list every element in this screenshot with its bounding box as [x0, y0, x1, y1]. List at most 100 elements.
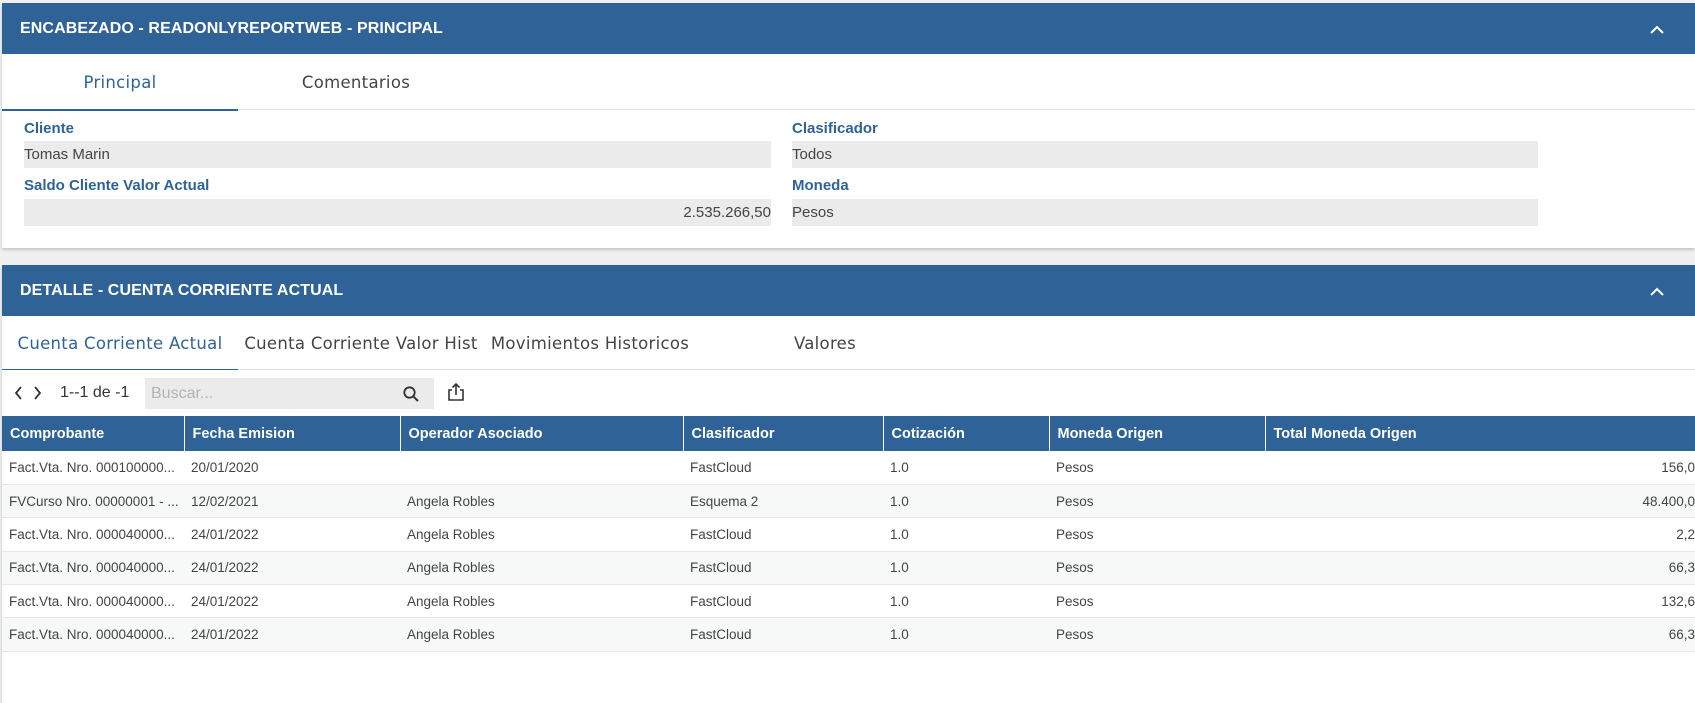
table-row[interactable]: Fact.Vta. Nro. 000040000... 24/01/2022 A…: [2, 617, 1695, 652]
cell-cotizacion: 1.0: [883, 551, 1049, 586]
cuenta-corriente-table: Comprobante Fecha Emision Operador Asoci…: [2, 416, 1695, 652]
cell-fecha-emision: 24/01/2022: [184, 617, 400, 652]
detail-panel: DETALLE - CUENTA CORRIENTE ACTUAL Cuenta…: [2, 265, 1695, 703]
table-row[interactable]: Fact.Vta. Nro. 000040000... 24/01/2022 A…: [2, 584, 1695, 619]
moneda-label: Moneda: [792, 177, 849, 194]
tab-cuenta-corriente-valor-hist-label: Cuenta Corriente Valor Hist: [244, 333, 478, 353]
saldo-label: Saldo Cliente Valor Actual: [24, 177, 210, 194]
tab-principal[interactable]: Principal: [2, 54, 238, 111]
cell-total-moneda-origen: 132,6: [1265, 584, 1695, 619]
cell-clasificador: FastCloud: [683, 551, 883, 586]
clasificador-label: Clasificador: [792, 120, 878, 137]
cell-moneda-origen: Pesos: [1049, 517, 1265, 552]
cell-comprobante: Fact.Vta. Nro. 000040000...: [2, 551, 184, 586]
header-form: Cliente Tomas Marin Clasificador Todos S…: [2, 110, 1695, 248]
cell-cotizacion: 1.0: [883, 484, 1049, 519]
cliente-label: Cliente: [24, 120, 75, 137]
cell-comprobante: FVCurso Nro. 00000001 - ...: [2, 484, 184, 519]
cell-cotizacion: 1.0: [883, 451, 1049, 485]
tab-cuenta-corriente-actual[interactable]: Cuenta Corriente Actual: [2, 316, 238, 371]
cell-fecha-emision: 20/01/2020: [184, 451, 400, 485]
clasificador-field: Todos: [792, 141, 1538, 168]
cell-fecha-emision: 24/01/2022: [184, 551, 400, 586]
search-icon[interactable]: [402, 385, 420, 403]
cell-moneda-origen: Pesos: [1049, 617, 1265, 652]
header-panel-title: ENCABEZADO - READONLYREPORTWEB - PRINCIP…: [20, 19, 443, 37]
column-header-total-moneda-origen[interactable]: Total Moneda Origen: [1265, 416, 1695, 451]
cell-clasificador: FastCloud: [683, 517, 883, 552]
collapse-detail-button[interactable]: [1647, 281, 1667, 301]
table-row[interactable]: Fact.Vta. Nro. 000040000... 24/01/2022 A…: [2, 551, 1695, 586]
detail-panel-bar: DETALLE - CUENTA CORRIENTE ACTUAL: [2, 265, 1695, 316]
chevron-up-icon: [1650, 287, 1664, 296]
column-header-operador-asociado[interactable]: Operador Asociado: [400, 416, 684, 451]
chevron-right-icon: [33, 386, 41, 400]
column-header-cotizacion[interactable]: Cotización: [883, 416, 1050, 451]
table-row[interactable]: FVCurso Nro. 00000001 - ... 12/02/2021 A…: [2, 484, 1695, 519]
tab-comentarios[interactable]: Comentarios: [238, 54, 474, 110]
tab-valores[interactable]: Valores: [707, 316, 943, 370]
cell-cotizacion: 1.0: [883, 517, 1049, 552]
cell-moneda-origen: Pesos: [1049, 451, 1265, 485]
search-box: [145, 378, 434, 409]
chevron-up-icon: [1650, 25, 1664, 34]
cell-fecha-emision: 24/01/2022: [184, 517, 400, 552]
tab-movimientos-historicos-label: Movimientos Historicos: [490, 333, 690, 353]
cell-clasificador: FastCloud: [683, 451, 883, 485]
cell-operador-asociado: Angela Robles: [400, 517, 683, 552]
tab-cuenta-corriente-valor-hist[interactable]: Cuenta Corriente Valor Hist: [238, 316, 484, 370]
cell-fecha-emision: 12/02/2021: [184, 484, 400, 519]
saldo-field: 2.535.266,50: [24, 199, 771, 226]
cell-operador-asociado: Angela Robles: [400, 617, 683, 652]
column-header-clasificador[interactable]: Clasificador: [683, 416, 884, 451]
tab-comentarios-label: Comentarios: [301, 72, 411, 92]
cell-cotizacion: 1.0: [883, 617, 1049, 652]
column-header-comprobante[interactable]: Comprobante: [2, 416, 185, 451]
grid-toolbar: 1--1 de -1: [2, 370, 1695, 416]
cell-moneda-origen: Pesos: [1049, 551, 1265, 586]
pager-status: 1--1 de -1: [60, 384, 130, 401]
cell-fecha-emision: 24/01/2022: [184, 584, 400, 619]
detail-panel-title: DETALLE - CUENTA CORRIENTE ACTUAL: [20, 281, 344, 299]
cell-cotizacion: 1.0: [883, 584, 1049, 619]
detail-tabs: Cuenta Corriente Actual Cuenta Corriente…: [2, 316, 1695, 371]
cell-total-moneda-origen: 2,2: [1265, 517, 1695, 552]
prev-page-button[interactable]: [11, 384, 25, 402]
cell-clasificador: FastCloud: [683, 584, 883, 619]
column-header-moneda-origen[interactable]: Moneda Origen: [1049, 416, 1266, 451]
header-panel: ENCABEZADO - READONLYREPORTWEB - PRINCIP…: [2, 3, 1695, 248]
table-row[interactable]: Fact.Vta. Nro. 000100000... 20/01/2020 F…: [2, 451, 1695, 485]
cell-comprobante: Fact.Vta. Nro. 000040000...: [2, 617, 184, 652]
search-input[interactable]: [145, 378, 385, 409]
cell-operador-asociado: Angela Robles: [400, 551, 683, 586]
cell-total-moneda-origen: 48.400,0: [1265, 484, 1695, 519]
header-tabs: Principal Comentarios: [2, 54, 1695, 111]
column-header-fecha-emision[interactable]: Fecha Emision: [184, 416, 401, 451]
next-page-button[interactable]: [30, 384, 44, 402]
cell-comprobante: Fact.Vta. Nro. 000100000...: [2, 451, 184, 485]
cell-comprobante: Fact.Vta. Nro. 000040000...: [2, 517, 184, 552]
table-row[interactable]: Fact.Vta. Nro. 000040000... 24/01/2022 A…: [2, 517, 1695, 552]
cell-operador-asociado: Angela Robles: [400, 484, 683, 519]
tab-principal-label: Principal: [83, 72, 157, 92]
cliente-field: Tomas Marin: [24, 141, 771, 168]
collapse-header-button[interactable]: [1647, 19, 1667, 39]
table-header-row: Comprobante Fecha Emision Operador Asoci…: [2, 416, 1695, 451]
tab-valores-label: Valores: [793, 333, 857, 353]
tab-cuenta-corriente-actual-label: Cuenta Corriente Actual: [17, 333, 223, 353]
chevron-left-icon: [14, 386, 22, 400]
cell-operador-asociado: Angela Robles: [400, 584, 683, 619]
cell-clasificador: FastCloud: [683, 617, 883, 652]
cell-total-moneda-origen: 66,3: [1265, 551, 1695, 586]
cell-moneda-origen: Pesos: [1049, 484, 1265, 519]
cell-total-moneda-origen: 66,3: [1265, 617, 1695, 652]
tab-movimientos-historicos[interactable]: Movimientos Historicos: [484, 316, 696, 370]
moneda-field: Pesos: [792, 199, 1538, 226]
cell-total-moneda-origen: 156,0: [1265, 451, 1695, 485]
cell-moneda-origen: Pesos: [1049, 584, 1265, 619]
share-icon[interactable]: [446, 382, 466, 402]
cell-operador-asociado: [400, 451, 683, 485]
cell-comprobante: Fact.Vta. Nro. 000040000...: [2, 584, 184, 619]
header-panel-bar: ENCABEZADO - READONLYREPORTWEB - PRINCIP…: [2, 3, 1695, 54]
cell-clasificador: Esquema 2: [683, 484, 883, 519]
